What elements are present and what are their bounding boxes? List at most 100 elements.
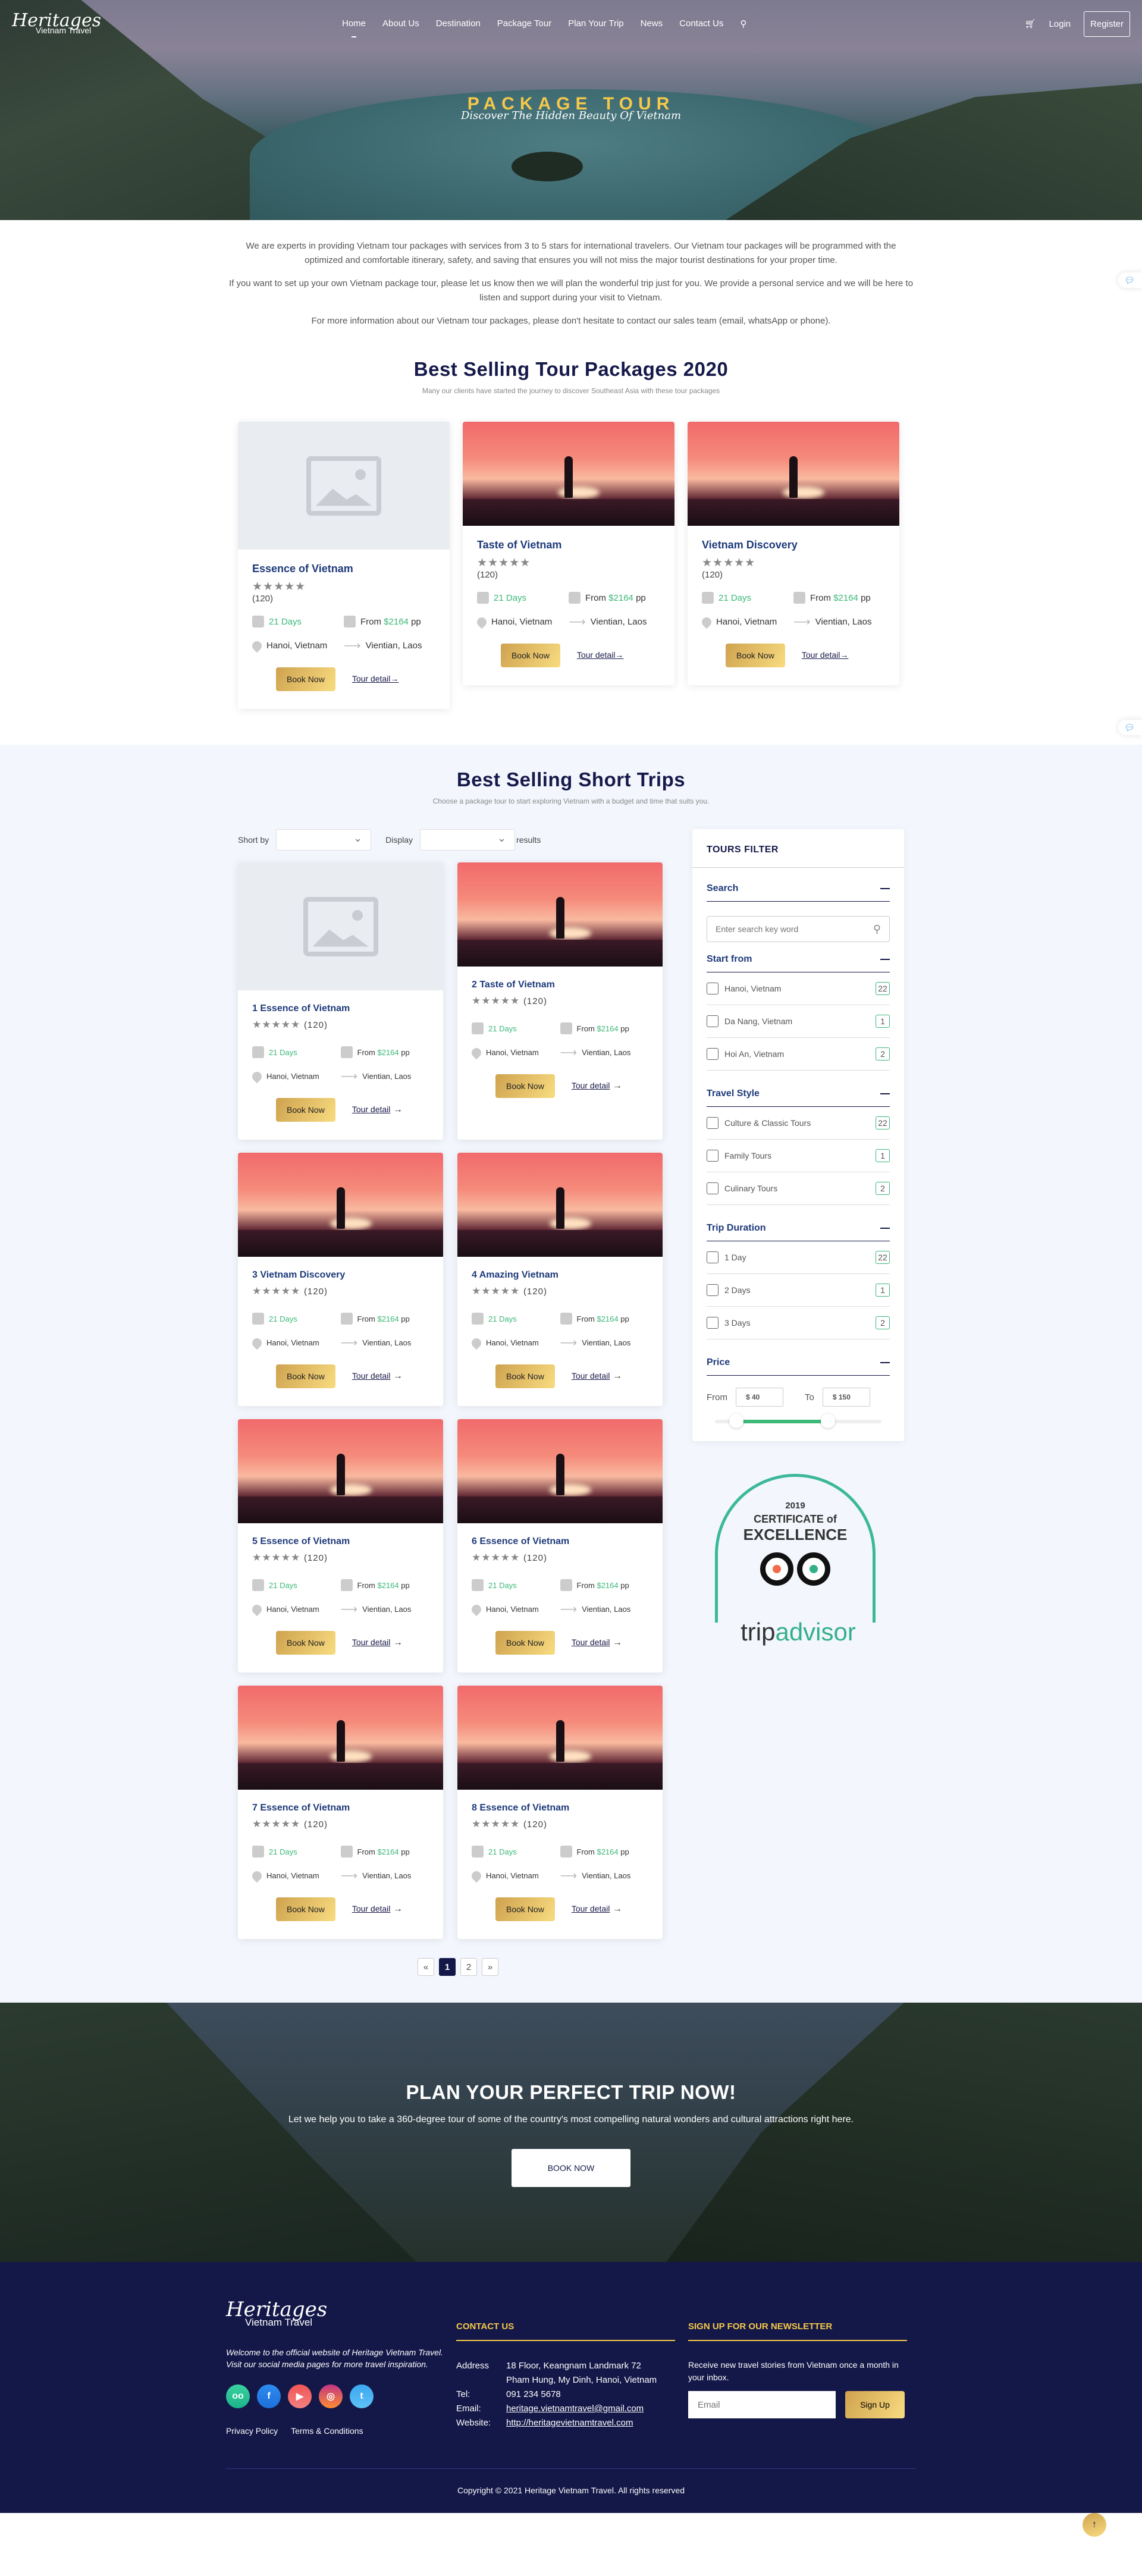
tour-detail-link[interactable]: Tour detail→: [577, 650, 624, 661]
nav-item-contact-us[interactable]: Contact Us: [679, 18, 723, 29]
book-now-button[interactable]: Book Now: [495, 1364, 555, 1388]
tour-detail-link[interactable]: Tour detail →: [572, 1637, 622, 1648]
sort-select[interactable]: [276, 829, 372, 851]
nav-item-about-us[interactable]: About Us: [382, 18, 419, 29]
filter-checkbox[interactable]: [707, 1117, 719, 1129]
nav-item-home[interactable]: Home: [342, 18, 366, 29]
collapse-icon[interactable]: [880, 959, 890, 960]
tour-title[interactable]: 1 Essence of Vietnam: [252, 1003, 429, 1014]
footer-logo[interactable]: Heritages Vietnam Travel: [226, 2298, 443, 2329]
tour-image[interactable]: [238, 1153, 443, 1257]
nav-item-destination[interactable]: Destination: [436, 18, 481, 29]
book-now-button[interactable]: Book Now: [501, 644, 560, 667]
tour-image[interactable]: [457, 1153, 663, 1257]
filter-checkbox[interactable]: [707, 1182, 719, 1194]
search-icon[interactable]: ⚲: [740, 18, 746, 29]
filter-option[interactable]: Da Nang, Vietnam 1: [707, 1005, 890, 1038]
filter-checkbox[interactable]: [707, 983, 719, 994]
tour-image[interactable]: [457, 1686, 663, 1790]
filter-option[interactable]: Culture & Classic Tours 22: [707, 1107, 890, 1140]
tour-title[interactable]: 7 Essence of Vietnam: [252, 1803, 429, 1813]
display-select[interactable]: [420, 829, 516, 851]
register-button[interactable]: Register: [1084, 11, 1130, 37]
filter-option[interactable]: Family Tours 1: [707, 1140, 890, 1172]
price-slider-max-handle[interactable]: [821, 1414, 836, 1428]
newsletter-signup-button[interactable]: Sign Up: [845, 2391, 905, 2418]
tour-title[interactable]: 2 Taste of Vietnam: [472, 980, 648, 990]
filter-checkbox[interactable]: [707, 1317, 719, 1329]
tour-image[interactable]: [457, 862, 663, 967]
collapse-icon[interactable]: [880, 888, 890, 889]
newsletter-email-input[interactable]: [688, 2391, 836, 2418]
pagination-page[interactable]: 2: [460, 1958, 477, 1976]
filter-option[interactable]: 3 Days 2: [707, 1307, 890, 1339]
book-now-button[interactable]: Book Now: [726, 644, 785, 667]
tour-title[interactable]: 5 Essence of Vietnam: [252, 1536, 429, 1547]
book-now-button[interactable]: Book Now: [276, 1364, 335, 1388]
tour-title[interactable]: 6 Essence of Vietnam: [472, 1536, 648, 1547]
pagination-prev[interactable]: «: [418, 1958, 434, 1976]
tour-detail-link[interactable]: Tour detail→: [802, 650, 849, 661]
collapse-icon[interactable]: [880, 1093, 890, 1094]
nav-item-news[interactable]: News: [641, 18, 663, 29]
tour-detail-link[interactable]: Tour detail →: [352, 1105, 403, 1115]
tour-detail-link[interactable]: Tour detail →: [572, 1371, 622, 1382]
filter-checkbox[interactable]: [707, 1284, 719, 1296]
filter-option[interactable]: 1 Day 22: [707, 1241, 890, 1274]
filter-option[interactable]: 2 Days 1: [707, 1274, 890, 1307]
tour-title[interactable]: Taste of Vietnam: [477, 539, 660, 551]
filter-option[interactable]: Culinary Tours 2: [707, 1172, 890, 1205]
tour-image-placeholder[interactable]: [238, 862, 443, 990]
youtube-icon[interactable]: ▶: [288, 2384, 312, 2408]
tour-detail-link[interactable]: Tour detail→: [352, 674, 399, 685]
price-slider-min-handle[interactable]: [729, 1414, 744, 1428]
nav-item-plan-your-trip[interactable]: Plan Your Trip: [568, 18, 623, 29]
tour-detail-link[interactable]: Tour detail →: [352, 1904, 403, 1915]
twitter-icon[interactable]: t: [350, 2384, 374, 2408]
filter-checkbox[interactable]: [707, 1150, 719, 1162]
back-to-top-button[interactable]: ↑: [1083, 2513, 1106, 2537]
tour-detail-link[interactable]: Tour detail →: [352, 1637, 403, 1648]
filter-group[interactable]: Start from: [707, 945, 890, 972]
chat-widget-icon[interactable]: 💬︎: [1118, 720, 1142, 735]
tour-image[interactable]: [688, 422, 899, 526]
cart-icon[interactable]: 🛒︎: [1024, 18, 1036, 29]
tour-title[interactable]: Essence of Vietnam: [252, 563, 435, 575]
book-now-button[interactable]: Book Now: [495, 1897, 555, 1921]
filter-group-search[interactable]: Search: [707, 874, 890, 902]
book-now-button[interactable]: Book Now: [276, 1098, 335, 1122]
tour-title[interactable]: 3 Vietnam Discovery: [252, 1270, 429, 1281]
tour-image-placeholder[interactable]: [238, 422, 450, 550]
facebook-icon[interactable]: f: [257, 2384, 281, 2408]
price-slider[interactable]: [715, 1414, 881, 1428]
email-link[interactable]: heritage.vietnamtravel@gmail.com: [506, 2402, 644, 2416]
tour-title[interactable]: Vietnam Discovery: [702, 539, 885, 551]
filter-checkbox[interactable]: [707, 1048, 719, 1060]
price-from-input[interactable]: $ 40: [736, 1388, 783, 1407]
pagination-next[interactable]: »: [482, 1958, 498, 1976]
tour-detail-link[interactable]: Tour detail →: [572, 1081, 622, 1091]
chat-widget-icon[interactable]: 💬︎: [1118, 272, 1142, 288]
tour-detail-link[interactable]: Tour detail →: [352, 1371, 403, 1382]
filter-checkbox[interactable]: [707, 1015, 719, 1027]
book-now-button[interactable]: Book Now: [495, 1631, 555, 1655]
tour-image[interactable]: [463, 422, 674, 526]
nav-item-package-tour[interactable]: Package Tour: [497, 18, 551, 29]
collapse-icon[interactable]: [880, 1362, 890, 1363]
tripadvisor-icon[interactable]: oo: [226, 2384, 250, 2408]
tour-title[interactable]: 4 Amazing Vietnam: [472, 1270, 648, 1281]
tour-image[interactable]: [238, 1419, 443, 1523]
filter-group[interactable]: Trip Duration: [707, 1213, 890, 1241]
filter-option[interactable]: Hanoi, Vietnam 22: [707, 972, 890, 1005]
tour-image[interactable]: [457, 1419, 663, 1523]
book-now-button[interactable]: Book Now: [276, 1897, 335, 1921]
filter-group[interactable]: Travel Style: [707, 1079, 890, 1107]
pagination-page[interactable]: 1: [439, 1958, 456, 1976]
book-now-button[interactable]: Book Now: [276, 667, 335, 691]
tour-title[interactable]: 8 Essence of Vietnam: [472, 1803, 648, 1813]
filter-search-input[interactable]: [716, 924, 873, 934]
site-logo[interactable]: Heritages Vietnam Travel: [12, 12, 119, 36]
book-now-button[interactable]: Book Now: [276, 1631, 335, 1655]
cta-book-now-button[interactable]: BOOK NOW: [512, 2149, 630, 2187]
filter-option[interactable]: Hoi An, Vietnam 2: [707, 1038, 890, 1071]
